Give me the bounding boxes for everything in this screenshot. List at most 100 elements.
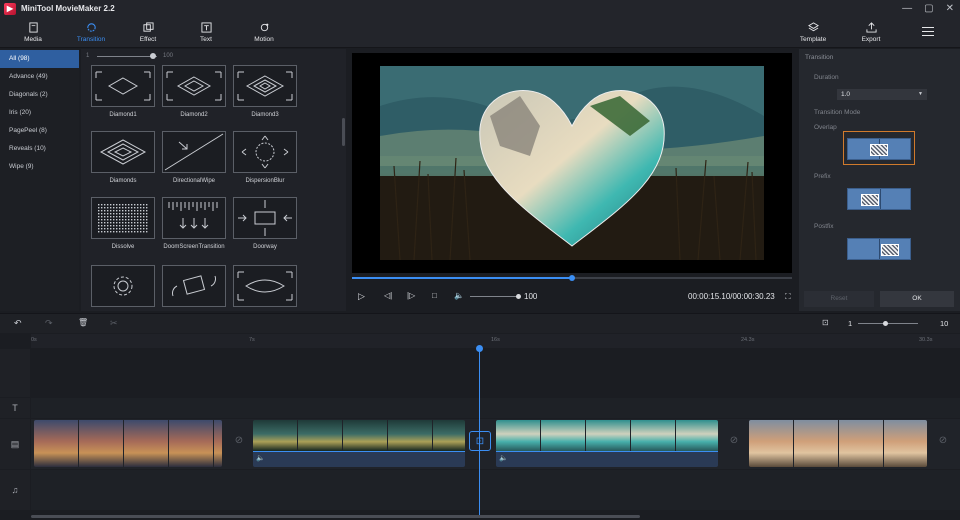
video-clip-balloons[interactable] bbox=[749, 420, 927, 467]
playback-progress[interactable] bbox=[352, 275, 792, 281]
doom-screen-icon bbox=[168, 202, 218, 229]
transition-doom-screen[interactable] bbox=[162, 197, 226, 239]
transition-slot-selected[interactable]: ⊡ bbox=[469, 431, 491, 451]
playhead[interactable] bbox=[479, 348, 480, 516]
clip-audio-bar[interactable]: 🔈 bbox=[253, 451, 465, 467]
zoom-min: 1 bbox=[86, 53, 90, 59]
transition-rotate[interactable] bbox=[162, 265, 226, 307]
link-icon[interactable]: ⊘ bbox=[723, 431, 745, 451]
category-wipe[interactable]: Wipe (9) bbox=[0, 158, 79, 176]
rotate-transition-icon bbox=[172, 275, 216, 297]
export-icon bbox=[865, 22, 877, 33]
transition-eye[interactable] bbox=[233, 265, 297, 307]
transition-diamond2[interactable] bbox=[162, 65, 226, 107]
zoom-slider-handle[interactable] bbox=[150, 53, 156, 59]
volume-handle[interactable] bbox=[516, 294, 521, 299]
fit-timeline-icon[interactable]: ⊡ bbox=[822, 318, 829, 327]
link-icon[interactable]: ⊘ bbox=[228, 431, 250, 451]
timeline-zoom-track[interactable] bbox=[858, 323, 918, 324]
category-advance[interactable]: Advance (49) bbox=[0, 68, 79, 86]
grid-scrollbar[interactable] bbox=[342, 118, 345, 146]
menu-icon[interactable] bbox=[922, 27, 934, 37]
duration-label: Duration bbox=[814, 74, 839, 81]
category-diagonals[interactable]: Diagonals (2) bbox=[0, 86, 79, 104]
duration-select[interactable]: 1.0 ▼ bbox=[837, 89, 927, 100]
stop-icon[interactable]: □ bbox=[432, 291, 437, 300]
panel-title: Transition bbox=[805, 54, 834, 61]
category-all[interactable]: All (98) bbox=[0, 50, 79, 68]
transition-dispersion-blur[interactable] bbox=[233, 131, 297, 173]
tool-export[interactable]: Export bbox=[846, 17, 896, 48]
text-track[interactable] bbox=[31, 398, 960, 418]
tool-transition[interactable]: Transition bbox=[66, 17, 116, 48]
video-track-head: ▤ bbox=[0, 419, 30, 469]
category-iris[interactable]: Iris (20) bbox=[0, 104, 79, 122]
video-clip-beach[interactable]: 🔈 bbox=[496, 420, 718, 467]
tool-text[interactable]: Text bbox=[181, 17, 231, 48]
minimize-button[interactable]: — bbox=[902, 3, 912, 14]
maximize-button[interactable]: ▢ bbox=[924, 3, 933, 14]
transition-directional-wipe[interactable] bbox=[162, 131, 226, 173]
tool-label: Effect bbox=[139, 36, 157, 43]
category-reveals[interactable]: Reveals (10) bbox=[0, 140, 79, 158]
music-icon: ♫ bbox=[11, 485, 19, 495]
next-frame-icon[interactable]: |▷ bbox=[407, 291, 415, 300]
transition-diamonds[interactable] bbox=[91, 131, 155, 173]
play-icon[interactable]: ▷ bbox=[358, 291, 365, 302]
tool-label: Motion bbox=[254, 36, 274, 43]
postfix-mode-icon bbox=[847, 238, 911, 260]
music-track[interactable] bbox=[31, 470, 960, 510]
ok-button[interactable]: OK bbox=[880, 291, 954, 307]
timeline-scrollbar[interactable] bbox=[31, 515, 640, 518]
undo-icon[interactable]: ↶ bbox=[14, 318, 22, 329]
tool-motion[interactable]: Motion bbox=[239, 17, 289, 48]
overlap-mode-icon bbox=[847, 138, 911, 160]
clip-audio-bar[interactable]: 🔈 bbox=[496, 451, 718, 467]
duration-value: 1.0 bbox=[841, 91, 851, 98]
text-track-head: T bbox=[0, 398, 30, 418]
video-clip-city[interactable] bbox=[34, 420, 222, 467]
mode-overlap-button[interactable] bbox=[843, 131, 915, 165]
clip-frame bbox=[676, 420, 718, 451]
music-track-head: ♫ bbox=[0, 470, 30, 510]
transition-diamond3[interactable] bbox=[233, 65, 297, 107]
transition-gear[interactable] bbox=[91, 265, 155, 307]
gear-transition-icon bbox=[113, 276, 133, 296]
split-icon[interactable]: ✂ bbox=[110, 318, 118, 329]
transition-label: Doorway bbox=[253, 244, 277, 250]
progress-fill bbox=[352, 277, 572, 279]
delete-icon[interactable]: 🗑 bbox=[78, 318, 88, 327]
mode-prefix-button[interactable] bbox=[843, 181, 915, 215]
redo-icon[interactable]: ↷ bbox=[45, 318, 53, 329]
mode-overlap-label: Overlap bbox=[814, 124, 837, 131]
volume-track[interactable] bbox=[470, 296, 518, 297]
volume-icon[interactable]: 🔈 bbox=[454, 291, 464, 300]
tool-media[interactable]: Media bbox=[8, 17, 58, 48]
film-icon: ▤ bbox=[10, 438, 20, 449]
zoom-track[interactable] bbox=[97, 56, 157, 57]
ruler-tick: 7s bbox=[249, 337, 255, 343]
transition-dissolve[interactable] bbox=[91, 197, 155, 239]
link-icon[interactable]: ⊘ bbox=[932, 431, 954, 451]
player-controls: ▷ ◁| |▷ □ 🔈 100 00:00:15.10/00:00:30.23 … bbox=[352, 289, 792, 305]
clip-frame bbox=[794, 420, 838, 467]
tool-effect[interactable]: Effect bbox=[123, 17, 173, 48]
clip-audio-icon: 🔈 bbox=[256, 455, 265, 462]
transition-diamond1[interactable] bbox=[91, 65, 155, 107]
fullscreen-icon[interactable]: ⛶ bbox=[785, 292, 791, 302]
transition-doorway[interactable] bbox=[233, 197, 297, 239]
tool-template[interactable]: Template bbox=[788, 17, 838, 48]
playhead-handle[interactable] bbox=[476, 345, 483, 352]
diamond-icon bbox=[166, 71, 222, 101]
previous-frame-icon[interactable]: ◁| bbox=[384, 291, 392, 300]
mode-postfix-button[interactable] bbox=[843, 231, 915, 265]
reset-button[interactable]: Reset bbox=[804, 291, 874, 307]
time-ruler[interactable]: 0s 7s 16s 24.3s 30.3s bbox=[31, 334, 960, 348]
category-pagepeel[interactable]: PagePeel (8) bbox=[0, 122, 79, 140]
video-clip-grass[interactable]: 🔈 bbox=[253, 420, 465, 467]
progress-handle[interactable] bbox=[569, 275, 575, 281]
transition-label: Dissolve bbox=[111, 244, 135, 250]
timeline-zoom-handle[interactable] bbox=[883, 321, 888, 326]
clip-frame bbox=[433, 420, 465, 451]
close-button[interactable]: ✕ bbox=[946, 3, 954, 14]
